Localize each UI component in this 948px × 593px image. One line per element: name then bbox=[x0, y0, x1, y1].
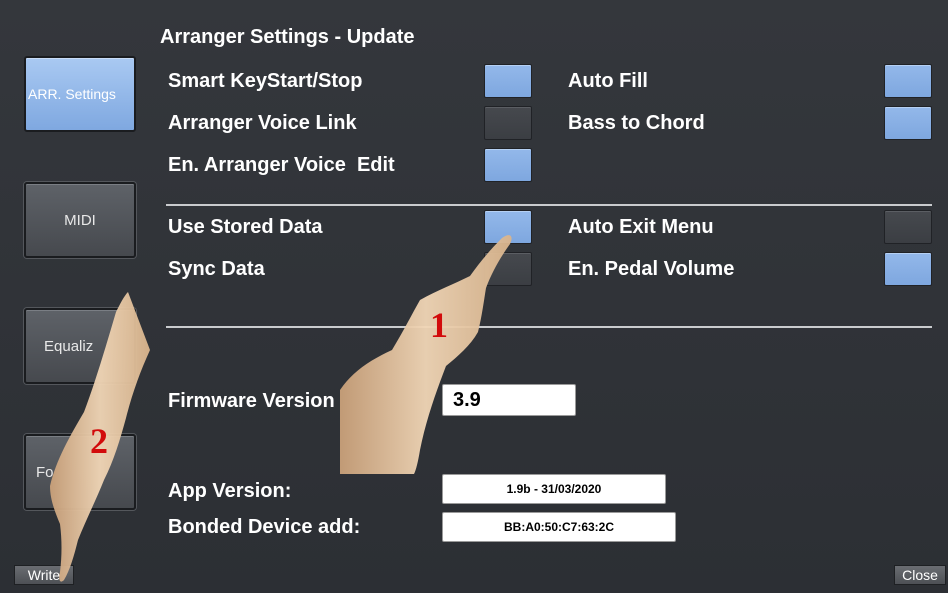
step-marker-2: 2 bbox=[90, 421, 108, 461]
pointing-hand-icon bbox=[340, 235, 512, 474]
step-marker-1: 1 bbox=[430, 305, 448, 345]
tutorial-hands bbox=[50, 235, 512, 582]
settings-screen: ARR. Settings MIDI Equaliz Fo Arranger S… bbox=[0, 0, 948, 593]
